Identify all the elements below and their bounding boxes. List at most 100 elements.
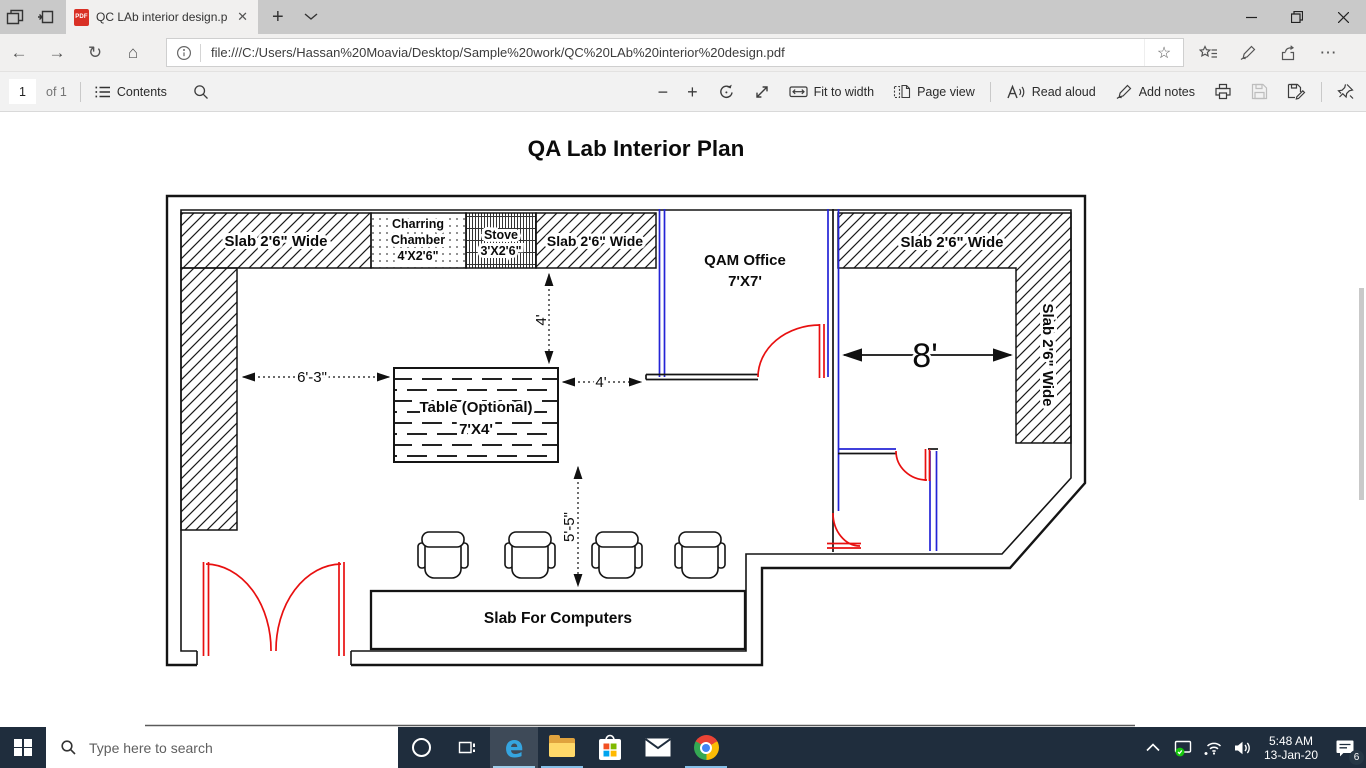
read-aloud-button[interactable]: Read aloud	[1006, 84, 1096, 100]
unpin-toolbar-icon[interactable]	[1337, 83, 1354, 100]
security-device-icon[interactable]	[1168, 727, 1198, 768]
address-bar: ← → ↻ ⌂ file:///C:/Users/Hassan%20Moavia…	[0, 34, 1366, 72]
mail-icon	[645, 738, 671, 757]
slab-left-column	[181, 268, 237, 530]
window-controls	[1228, 0, 1366, 34]
taskbar-app-chrome[interactable]	[682, 727, 730, 768]
notification-badge: 6	[1349, 750, 1364, 765]
slab-top-mid-label: Slab 2'6" Wide	[547, 233, 643, 249]
tray-chevron-icon[interactable]	[1138, 727, 1168, 768]
dim-4-horizontal: 4'	[595, 374, 606, 391]
pdf-page: QA Lab Interior Plan	[0, 112, 1366, 727]
charring-label-2: Chamber	[391, 233, 445, 247]
office-door-arc	[758, 325, 820, 377]
taskbar-app-edge[interactable]: e	[490, 727, 538, 768]
washroom-door-arc	[896, 451, 927, 480]
zoom-in-icon[interactable]: +	[687, 83, 698, 101]
plan-title: QA Lab Interior Plan	[528, 136, 745, 161]
corridor-door-arc	[833, 513, 860, 546]
find-icon[interactable]	[193, 84, 209, 100]
taskbar-search[interactable]	[46, 727, 398, 768]
file-explorer-icon	[549, 738, 575, 757]
washroom-door-leaf	[926, 449, 930, 481]
wifi-icon[interactable]	[1198, 727, 1228, 768]
zoom-out-icon[interactable]: −	[658, 83, 669, 101]
entrance-left-door-leaf	[204, 562, 209, 656]
pdf-toolbar: 1 of 1 Contents − +	[0, 72, 1366, 112]
search-input[interactable]	[87, 739, 341, 757]
page-number-input[interactable]: 1	[9, 79, 36, 104]
url-text: file:///C:/Users/Hassan%20Moavia/Desktop…	[201, 45, 1144, 60]
save-icon[interactable]	[1251, 83, 1268, 100]
chair	[505, 532, 555, 578]
forward-icon[interactable]: →	[38, 34, 76, 72]
slab-top-left-label: Slab 2'6" Wide	[224, 233, 327, 250]
fit-to-width-button[interactable]: Fit to width	[789, 83, 874, 100]
search-icon	[60, 739, 77, 756]
volume-icon[interactable]	[1228, 727, 1258, 768]
toolbar-divider	[80, 82, 81, 102]
taskbar-app-store[interactable]	[586, 727, 634, 768]
browser-tab[interactable]: PDF QC LAb interior design.p ✕	[66, 0, 258, 34]
slab-top-right-label: Slab 2'6" Wide	[900, 234, 1003, 251]
office-door-leaf	[820, 324, 825, 378]
taskbar-app-mail[interactable]	[634, 727, 682, 768]
new-tab-button[interactable]: +	[272, 6, 284, 29]
washroom-walls	[838, 449, 938, 551]
qam-office-size: 7'X7'	[728, 273, 762, 290]
tab-list-chevron-icon[interactable]	[304, 13, 318, 21]
refresh-icon[interactable]: ↻	[76, 34, 114, 72]
start-button[interactable]	[0, 727, 46, 768]
dim-5-5: 5'-5"	[561, 512, 578, 542]
home-icon[interactable]: ⌂	[114, 34, 152, 72]
pdf-file-icon: PDF	[74, 9, 89, 26]
chair	[675, 532, 725, 578]
toolbar-divider	[990, 82, 991, 102]
dim-8: 8'	[912, 337, 937, 375]
settings-ellipsis-icon[interactable]: ⋯	[1308, 34, 1348, 72]
read-aloud-label: Read aloud	[1032, 85, 1096, 99]
windows-taskbar: e	[0, 727, 1366, 768]
close-window-button[interactable]	[1320, 0, 1366, 34]
windows-logo-icon	[14, 739, 32, 757]
floor-plan-drawing: QA Lab Interior Plan	[0, 112, 1366, 727]
clock-time: 5:48 AM	[1258, 734, 1324, 748]
set-aside-tabs-icon[interactable]	[30, 0, 60, 34]
task-view-button[interactable]	[444, 727, 490, 768]
save-as-icon[interactable]	[1287, 83, 1306, 100]
taskbar-clock[interactable]: 5:48 AM 13-Jan-20	[1258, 734, 1324, 762]
edge-browser-window: PDF QC LAb interior design.p ✕ + ← → ↻	[0, 0, 1366, 768]
edge-icon: e	[505, 733, 524, 763]
charring-label-3: 4'X2'6"	[397, 249, 438, 263]
tab-close-icon[interactable]: ✕	[235, 9, 250, 25]
computer-slab-label: Slab For Computers	[484, 610, 632, 627]
add-notes-button[interactable]: Add notes	[1115, 84, 1195, 100]
contents-label: Contents	[117, 85, 167, 99]
url-field[interactable]: file:///C:/Users/Hassan%20Moavia/Desktop…	[166, 38, 1184, 67]
restore-button[interactable]	[1274, 0, 1320, 34]
back-icon[interactable]: ←	[0, 34, 38, 72]
contents-button[interactable]: Contents	[94, 85, 167, 99]
dim-4-vertical: 4'	[533, 314, 550, 325]
chair	[418, 532, 468, 578]
rotate-icon[interactable]	[717, 83, 735, 101]
page-count-label: of 1	[46, 85, 67, 99]
minimize-button[interactable]	[1228, 0, 1274, 34]
web-notes-pen-icon[interactable]	[1228, 34, 1268, 72]
fullscreen-icon[interactable]	[754, 84, 770, 100]
page-view-button[interactable]: Page view	[893, 83, 975, 100]
share-icon[interactable]	[1268, 34, 1308, 72]
tab-preview-icon[interactable]	[0, 0, 30, 34]
slab-right-vertical-label: Slab 2'6" Wide	[1039, 303, 1056, 406]
store-icon	[597, 734, 623, 761]
tab-title: QC LAb interior design.p	[96, 10, 228, 24]
taskbar-app-file-explorer[interactable]	[538, 727, 586, 768]
hub-favorites-icon[interactable]	[1188, 34, 1228, 72]
add-favorite-star-icon[interactable]: ☆	[1144, 39, 1183, 66]
print-icon[interactable]	[1214, 83, 1232, 100]
site-info-icon[interactable]	[167, 45, 192, 61]
chair	[592, 532, 642, 578]
scrollbar-thumb[interactable]	[1359, 288, 1364, 500]
cortana-button[interactable]	[398, 727, 444, 768]
action-center-button[interactable]: 6	[1324, 727, 1366, 768]
